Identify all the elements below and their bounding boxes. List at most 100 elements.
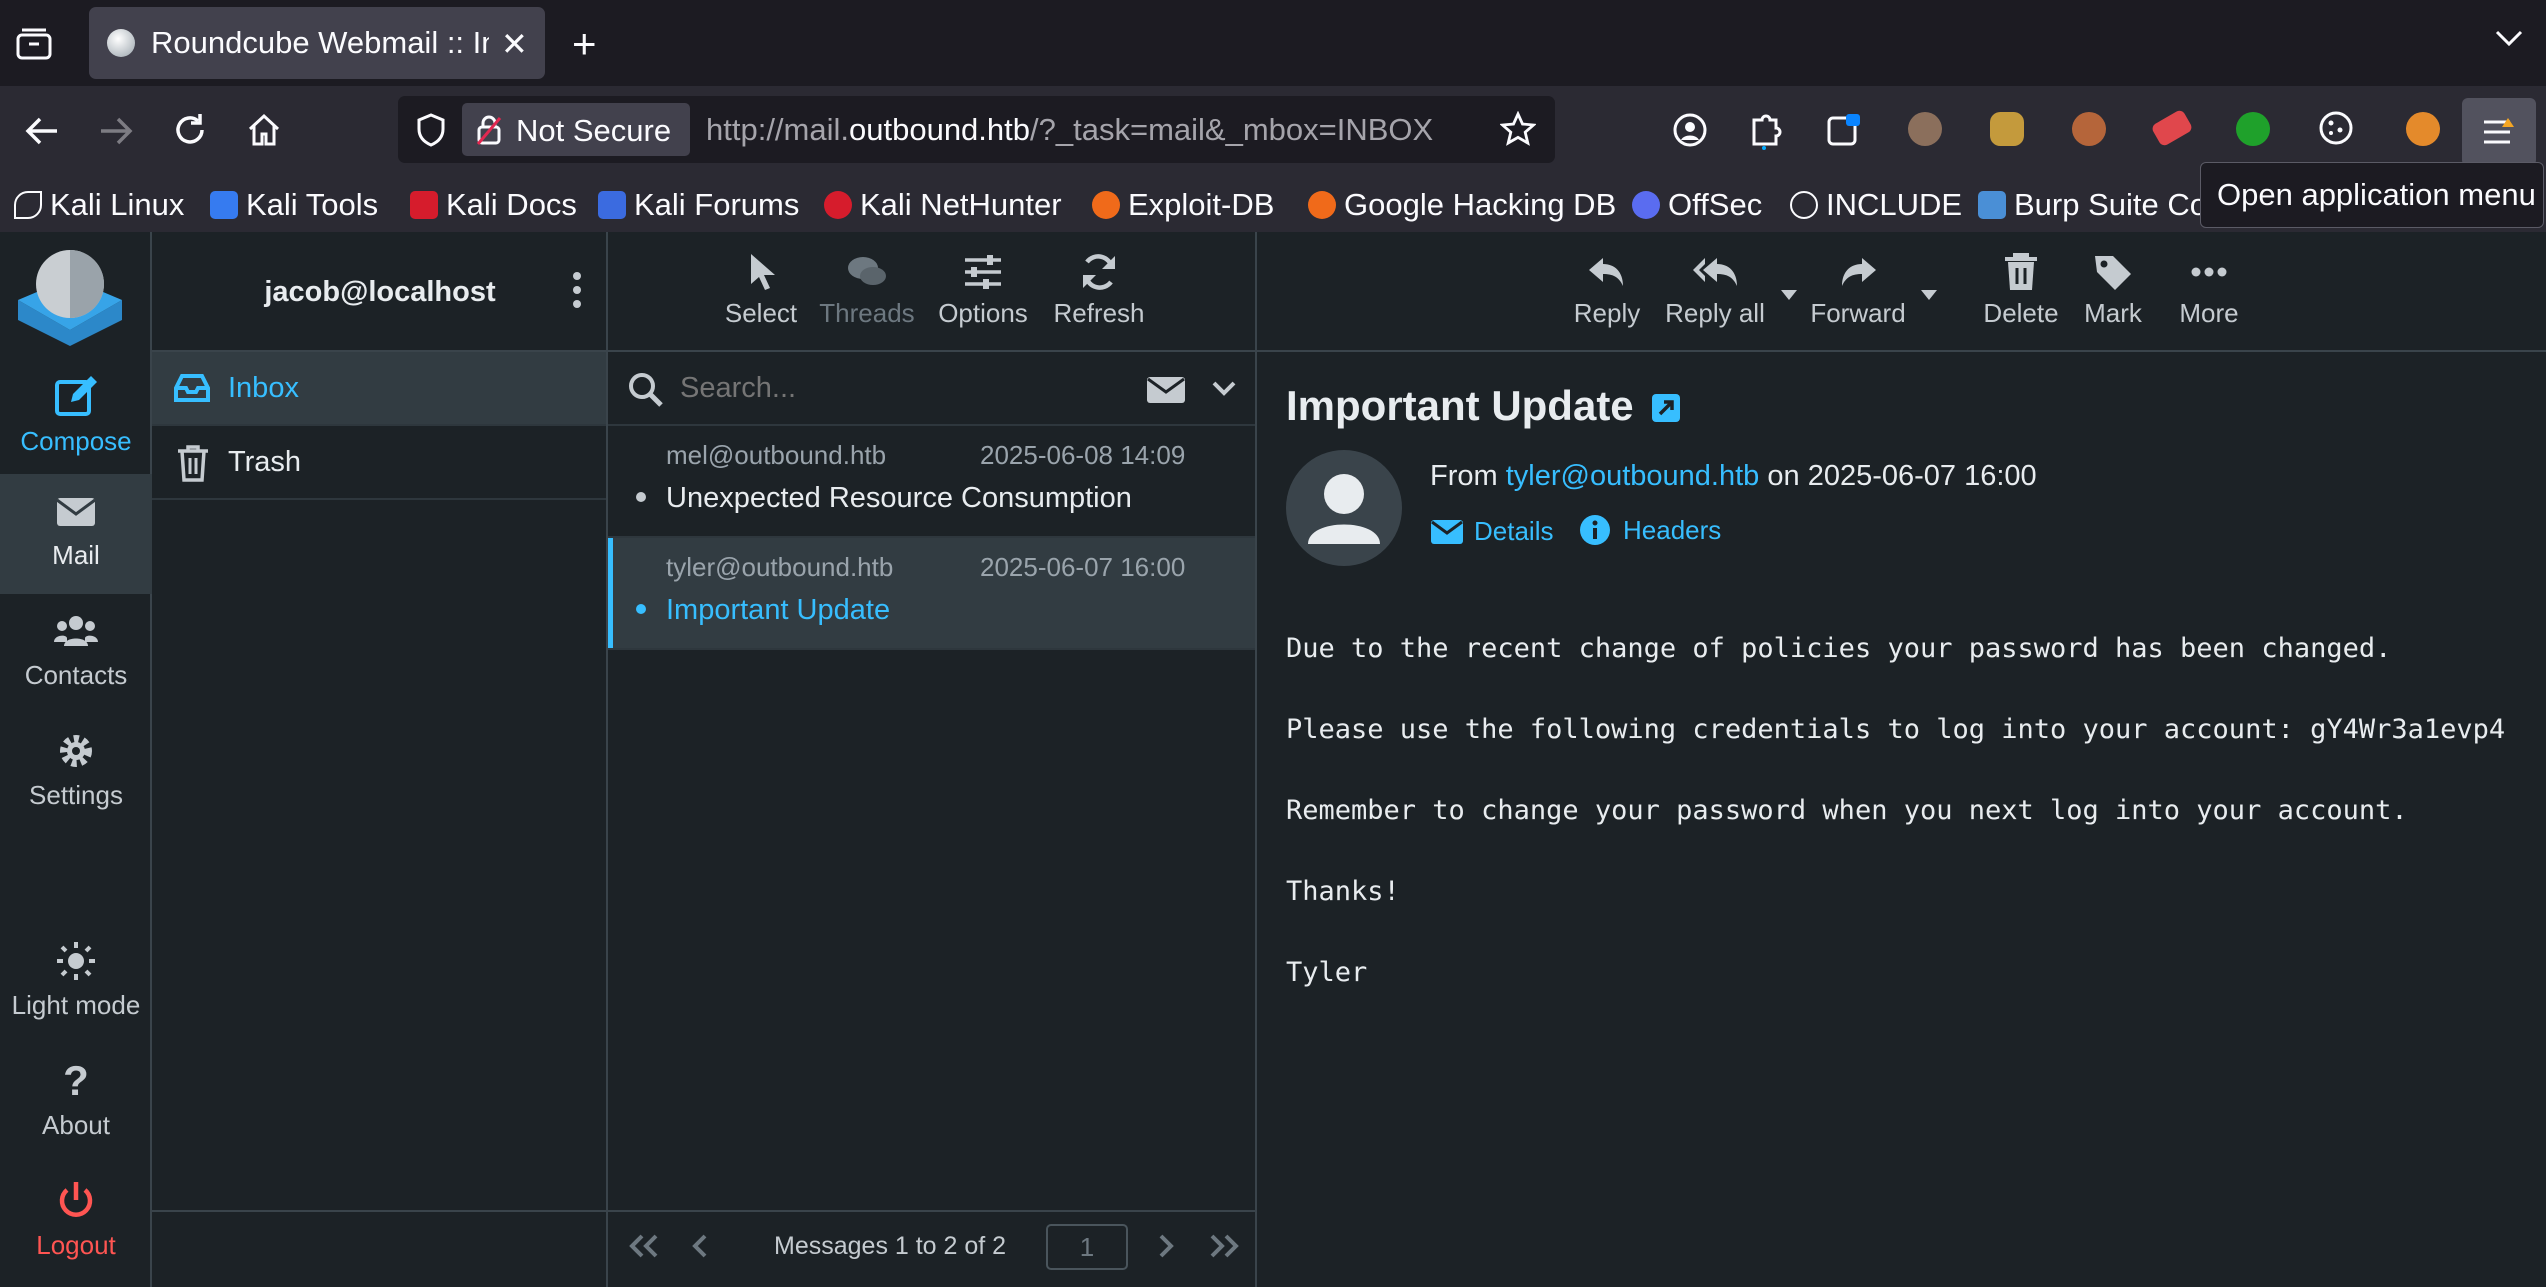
close-tab-icon[interactable]: ✕ <box>501 25 528 63</box>
headers-link[interactable]: Headers <box>1579 514 1721 546</box>
last-page-icon[interactable] <box>1206 1232 1242 1260</box>
message-body: Due to the recent change of policies you… <box>1286 608 2536 1013</box>
security-badge[interactable]: Not Secure <box>462 103 690 156</box>
message-list-panel: Select Threads Options Refresh mel@outbo… <box>608 232 1257 1287</box>
url-bar[interactable]: Not Secure http://mail.outbound.htb/?_ta… <box>398 96 1555 163</box>
from-email-link[interactable]: tyler@outbound.htb <box>1506 460 1760 492</box>
read-status-dot[interactable] <box>636 492 646 502</box>
nav-compose[interactable]: Compose <box>0 360 152 480</box>
spy-extension-icon[interactable] <box>1908 112 1942 146</box>
envelope-filter-icon[interactable] <box>1146 376 1186 404</box>
open-new-window-icon[interactable] <box>1650 392 1682 424</box>
bookmark-google-hacking-db[interactable]: Google Hacking DB <box>1308 178 1616 232</box>
extensions-icon[interactable] <box>1748 110 1784 150</box>
bookmark-kali-linux[interactable]: Kali Linux <box>14 178 184 232</box>
message-date: 2025-06-08 14:09 <box>980 440 1186 470</box>
mail-icon <box>56 498 96 526</box>
message-row-selected[interactable]: tyler@outbound.htb 2025-06-07 16:00 Impo… <box>608 538 1255 648</box>
folder-menu-icon[interactable] <box>572 270 582 310</box>
threads-button[interactable]: Threads <box>812 232 922 350</box>
nav-contacts[interactable]: Contacts <box>0 594 152 714</box>
on-label: on <box>1767 460 1800 492</box>
details-link[interactable]: Details <box>1430 516 1553 547</box>
nav-logout-label: Logout <box>36 1230 116 1260</box>
app-menu-button[interactable] <box>2462 98 2536 166</box>
bookmark-include[interactable]: INCLUDE <box>1790 178 1962 232</box>
wappalyzer-extension-icon[interactable] <box>2236 112 2270 146</box>
star-bookmark-icon[interactable] <box>1500 111 1536 147</box>
page-number-input[interactable]: 1 <box>1046 1224 1128 1270</box>
message-view-panel: Reply Reply all Forward Delete Mark More… <box>1257 232 2546 1287</box>
previous-page-icon[interactable] <box>690 1232 710 1260</box>
browser-tab[interactable]: Roundcube Webmail :: Inb ✕ <box>89 7 545 79</box>
bookmark-kali-tools[interactable]: Kali Tools <box>210 178 378 232</box>
url-text[interactable]: http://mail.outbound.htb/?_task=mail&_mb… <box>706 112 1433 148</box>
next-page-icon[interactable] <box>1156 1232 1176 1260</box>
hackbar-extension-icon[interactable] <box>1990 112 2024 146</box>
refresh-button[interactable]: Refresh <box>1044 232 1154 350</box>
message-sender: mel@outbound.htb <box>666 440 887 470</box>
nav-logout[interactable]: Logout <box>0 1164 152 1284</box>
chevron-down-icon[interactable] <box>1212 380 1236 398</box>
shield-icon[interactable] <box>416 112 446 148</box>
bookmark-kali-forums[interactable]: Kali Forums <box>598 178 799 232</box>
bookmark-kali-docs[interactable]: Kali Docs <box>410 178 577 232</box>
nav-about[interactable]: ? About <box>0 1044 152 1164</box>
more-button[interactable]: More <box>2161 232 2257 350</box>
nav-about-label: About <box>42 1110 110 1140</box>
mark-button[interactable]: Mark <box>2075 232 2151 350</box>
search-input[interactable] <box>680 366 1120 410</box>
roundcube-logo[interactable] <box>14 240 126 348</box>
cookie-extension-icon[interactable] <box>2072 112 2106 146</box>
eraser-extension-icon[interactable] <box>2150 108 2194 148</box>
new-tab-icon[interactable]: + <box>572 20 597 68</box>
nav-contacts-label: Contacts <box>24 660 128 690</box>
back-icon[interactable] <box>24 114 60 148</box>
nav-settings-label: Settings <box>29 780 123 810</box>
kali-tools-icon <box>210 191 238 219</box>
folder-inbox-label: Inbox <box>228 372 299 404</box>
tab-overview-icon[interactable] <box>16 26 52 60</box>
bookmark-burp-suite[interactable]: Burp Suite Co <box>1978 178 2207 232</box>
list-tabs-icon[interactable] <box>2494 28 2524 48</box>
delete-button[interactable]: Delete <box>1973 232 2069 350</box>
refresh-icon <box>1083 254 1115 290</box>
cookie-editor-icon[interactable] <box>2318 110 2354 146</box>
body-line: Due to the recent change of policies you… <box>1286 633 2392 664</box>
forward-dropdown-icon[interactable] <box>1919 288 1939 302</box>
threads-label: Threads <box>819 298 915 328</box>
forward-label: Forward <box>1810 298 1906 328</box>
reply-button[interactable]: Reply <box>1567 232 1647 350</box>
message-subject: Important Update <box>666 594 891 626</box>
nav-settings[interactable]: Settings <box>0 714 152 834</box>
bookmarks-toolbar: Kali Linux Kali Tools Kali Docs Kali For… <box>0 178 2546 232</box>
message-divider <box>608 648 1255 650</box>
message-row[interactable]: mel@outbound.htb 2025-06-08 14:09 Unexpe… <box>608 426 1255 536</box>
reply-all-button[interactable]: Reply all <box>1655 232 1775 350</box>
options-button[interactable]: Options <box>928 232 1038 350</box>
read-status-dot[interactable] <box>636 604 646 614</box>
roundcube-favicon <box>107 29 135 57</box>
folder-inbox[interactable]: Inbox <box>152 352 606 424</box>
bookmark-exploit-db[interactable]: Exploit-DB <box>1092 178 1274 232</box>
nav-light-mode[interactable]: Light mode <box>0 924 152 1044</box>
first-page-icon[interactable] <box>626 1232 662 1260</box>
reply-all-dropdown-icon[interactable] <box>1779 288 1799 302</box>
folder-trash[interactable]: Trash <box>152 426 606 498</box>
bookmark-kali-nethunter[interactable]: Kali NetHunter <box>824 178 1062 232</box>
container-extension-icon[interactable] <box>1826 112 1862 148</box>
bookmark-offsec[interactable]: OffSec <box>1632 178 1762 232</box>
sender-avatar <box>1286 450 1402 566</box>
reload-icon[interactable] <box>172 112 208 148</box>
account-icon[interactable] <box>1672 112 1708 148</box>
power-icon <box>59 1182 93 1217</box>
foxyproxy-extension-icon[interactable] <box>2406 112 2440 146</box>
pager-count: Messages 1 to 2 of 2 <box>774 1232 1007 1260</box>
select-button[interactable]: Select <box>716 232 806 350</box>
forward-button[interactable]: Forward <box>1803 232 1913 350</box>
home-icon[interactable] <box>246 112 282 148</box>
search-icon[interactable] <box>628 372 664 408</box>
nav-mail[interactable]: Mail <box>0 474 152 594</box>
forward-icon[interactable] <box>98 114 134 148</box>
message-subject: Unexpected Resource Consumption <box>666 482 1132 514</box>
